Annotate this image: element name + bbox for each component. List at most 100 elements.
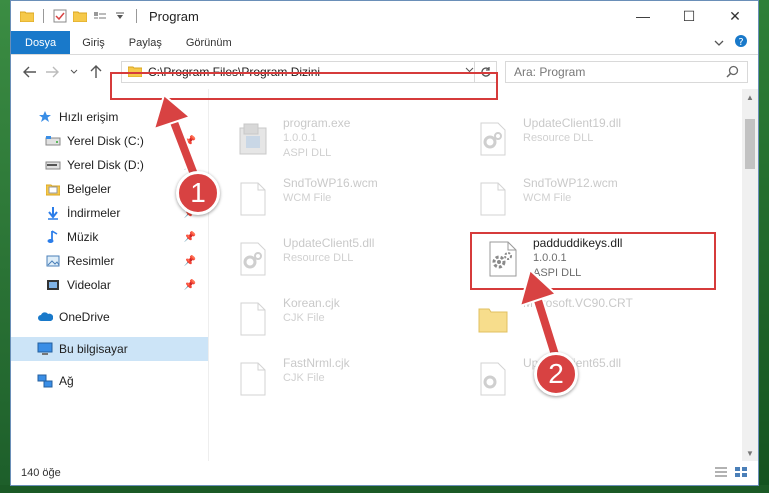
help-icon[interactable]: ?: [734, 34, 748, 51]
scroll-down-icon[interactable]: ▼: [742, 445, 758, 461]
desktop-background-left: [0, 0, 10, 493]
step-badge-1: 1: [176, 171, 220, 215]
nav-label: Müzik: [67, 230, 99, 244]
window-title: Program: [149, 8, 199, 24]
properties-icon[interactable]: [52, 8, 68, 24]
back-arrow-icon: [23, 66, 36, 78]
nav-label: Videolar: [67, 278, 111, 292]
nav-label: Hızlı erişim: [59, 110, 119, 124]
file-type: Resource DLL: [283, 252, 354, 264]
file-item[interactable]: UpdateClient65.dll: [471, 355, 691, 411]
status-bar: 140 öğe: [11, 461, 758, 485]
rename-icon[interactable]: [92, 8, 108, 24]
forward-arrow-icon: [46, 66, 59, 78]
file-item[interactable]: UpdateClient19.dll Resource DLL: [471, 115, 691, 171]
title-bar: Program — ☐ ✕: [11, 1, 758, 31]
scroll-thumb[interactable]: [745, 119, 755, 169]
nav-this-pc[interactable]: Bu bilgisayar: [11, 337, 208, 361]
file-item[interactable]: UpdateClient5.dll Resource DLL: [231, 235, 451, 291]
file-description: ASPI DLL: [283, 147, 332, 159]
folder-icon: [19, 8, 35, 24]
minimize-button[interactable]: —: [620, 1, 666, 31]
pin-icon[interactable]: 📌: [184, 256, 196, 267]
file-type: WCM File: [283, 192, 332, 204]
search-box[interactable]: Ara: Program: [505, 61, 748, 83]
file-item[interactable]: FastNrml.cjk CJK File: [231, 355, 451, 411]
tab-file[interactable]: Dosya: [11, 31, 71, 54]
recent-locations-button[interactable]: [63, 61, 85, 83]
nav-label: Yerel Disk (C:): [67, 134, 144, 148]
documents-icon: [45, 181, 61, 197]
expand-ribbon-icon[interactable]: [714, 36, 724, 50]
item-count: 140 öğe: [21, 467, 61, 479]
file-text: program.exe 1.0.0.1 ASPI DLL: [283, 115, 350, 161]
forward-button[interactable]: [41, 61, 63, 83]
up-button[interactable]: [85, 61, 107, 83]
videos-icon: [45, 277, 61, 293]
file-item[interactable]: SndToWP12.wcm WCM File: [471, 175, 691, 231]
star-icon: [37, 109, 53, 125]
view-buttons: [714, 466, 748, 481]
search-icon: [726, 65, 739, 81]
pin-icon[interactable]: 📌: [184, 232, 196, 243]
nav-gap: [11, 297, 208, 305]
file-name: UpdateClient19.dll: [523, 116, 622, 130]
file-name: SndToWP16.wcm: [283, 176, 378, 190]
step-badge-2: 2: [534, 352, 578, 396]
file-name: SndToWP12.wcm: [523, 176, 618, 190]
scroll-up-icon[interactable]: ▲: [742, 89, 758, 105]
chevron-down-icon: [70, 69, 78, 74]
nav-network[interactable]: Ağ: [11, 369, 208, 393]
desktop-background-bottom: [0, 485, 769, 493]
nav-item-videos[interactable]: Videolar 📌: [11, 273, 208, 297]
pictures-icon: [45, 253, 61, 269]
customize-dropdown-icon[interactable]: [112, 8, 128, 24]
search-input[interactable]: Ara: Program: [514, 65, 585, 79]
file-text: SndToWP16.wcm WCM File: [283, 175, 378, 206]
document-icon: [231, 355, 275, 403]
details-view-icon[interactable]: [714, 466, 728, 481]
new-folder-icon[interactable]: [72, 8, 88, 24]
exe-icon: [231, 115, 275, 163]
pin-icon[interactable]: 📌: [184, 280, 196, 291]
file-item[interactable]: Korean.cjk CJK File: [231, 295, 451, 351]
nav-label: Bu bilgisayar: [59, 342, 128, 356]
file-item[interactable]: SndToWP16.wcm WCM File: [231, 175, 451, 231]
tab-share[interactable]: Paylaş: [117, 31, 174, 54]
nav-label: Resimler: [67, 254, 115, 268]
nav-label: İndirmeler: [67, 206, 121, 220]
document-icon: [471, 175, 515, 223]
file-text: UpdateClient19.dll Resource DLL: [523, 115, 621, 146]
maximize-button[interactable]: ☐: [666, 1, 712, 31]
vertical-scrollbar[interactable]: ▲ ▼: [742, 89, 758, 461]
drive-icon: [45, 133, 61, 149]
drive-icon: [45, 157, 61, 173]
dll-icon: [471, 355, 515, 403]
document-icon: [231, 175, 275, 223]
file-name: UpdateClient5.dll: [283, 236, 375, 250]
nav-label: Yerel Disk (D:): [67, 158, 144, 172]
file-text: Korean.cjk CJK File: [283, 295, 340, 326]
nav-onedrive[interactable]: OneDrive: [11, 305, 208, 329]
desktop-background-right: [759, 0, 769, 493]
back-button[interactable]: [19, 61, 41, 83]
nav-label: OneDrive: [59, 310, 110, 324]
nav-label: Ağ: [59, 374, 74, 388]
file-text: SndToWP12.wcm WCM File: [523, 175, 618, 206]
tab-home[interactable]: Giriş: [70, 31, 117, 54]
file-item[interactable]: program.exe 1.0.0.1 ASPI DLL: [231, 115, 451, 171]
quick-access-toolbar: [11, 8, 141, 24]
file-type: CJK File: [283, 372, 325, 384]
file-type: Resource DLL: [523, 132, 594, 144]
close-button[interactable]: ✕: [712, 1, 758, 31]
nav-item-pictures[interactable]: Resimler 📌: [11, 249, 208, 273]
dll-icon: [231, 235, 275, 283]
large-icons-view-icon[interactable]: [734, 466, 748, 481]
nav-item-music[interactable]: Müzik 📌: [11, 225, 208, 249]
file-type: WCM File: [523, 192, 572, 204]
ribbon-right-controls: ?: [714, 31, 758, 54]
file-item[interactable]: Microsoft.VC90.CRT: [471, 295, 691, 351]
tab-view[interactable]: Görünüm: [174, 31, 244, 54]
up-arrow-icon: [90, 65, 102, 78]
ribbon-tabs: Dosya Giriş Paylaş Görünüm ?: [11, 31, 758, 55]
